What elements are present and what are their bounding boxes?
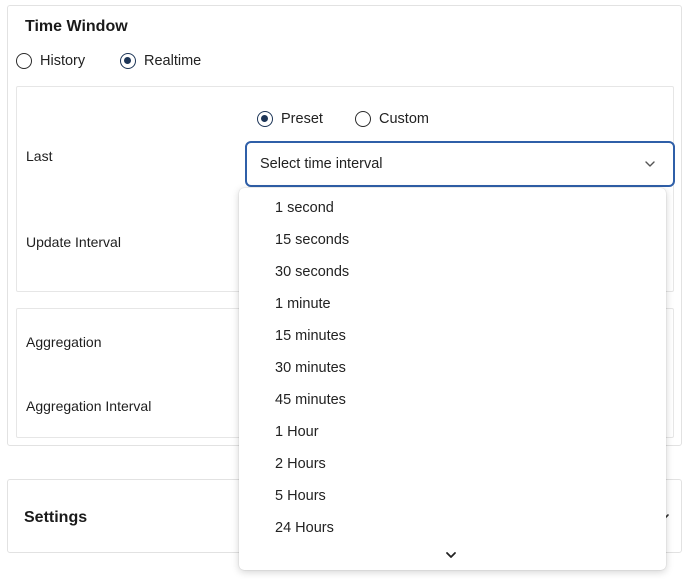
radio-circle[interactable] — [120, 53, 136, 69]
radio-custom[interactable]: Custom — [355, 111, 429, 127]
chevron-down-icon[interactable] — [444, 550, 458, 562]
radio-preset[interactable]: Preset — [257, 111, 323, 127]
time-window-title: Time Window — [25, 18, 128, 35]
radio-circle[interactable] — [16, 53, 32, 69]
dropdown-option[interactable]: 15 minutes — [275, 324, 655, 348]
dropdown-option[interactable]: 2 Hours — [275, 452, 655, 476]
dropdown-option[interactable]: 1 second — [275, 196, 655, 220]
aggregation-label: Aggregation — [26, 334, 102, 350]
last-label: Last — [26, 148, 53, 164]
dropdown-option[interactable]: 30 seconds — [275, 260, 655, 284]
radio-realtime-label: Realtime — [144, 53, 202, 69]
dropdown-option[interactable]: 45 minutes — [275, 388, 655, 412]
radio-circle[interactable] — [355, 111, 371, 127]
dropdown-option[interactable]: 24 Hours — [275, 516, 655, 540]
chevron-down-icon — [645, 161, 655, 167]
update-interval-label: Update Interval — [26, 234, 121, 250]
time-interval-select-value: Select time interval — [260, 156, 383, 172]
radio-custom-label: Custom — [379, 111, 429, 127]
radio-preset-label: Preset — [281, 111, 323, 127]
time-interval-dropdown: 1 second 15 seconds 30 seconds 1 minute … — [239, 188, 666, 570]
radio-history-label: History — [40, 53, 86, 69]
dropdown-option[interactable]: 1 Hour — [275, 420, 655, 444]
radio-realtime[interactable]: Realtime — [120, 53, 201, 69]
time-interval-select[interactable]: Select time interval — [245, 141, 675, 187]
dropdown-option[interactable]: 15 seconds — [275, 228, 655, 252]
aggregation-interval-label: Aggregation Interval — [26, 398, 152, 414]
radio-circle[interactable] — [257, 111, 273, 127]
dropdown-option[interactable]: 30 minutes — [275, 356, 655, 380]
dropdown-option[interactable]: 5 Hours — [275, 484, 655, 508]
settings-title: Settings — [24, 509, 88, 526]
radio-history[interactable]: History — [16, 53, 85, 69]
dropdown-option[interactable]: 1 minute — [275, 292, 655, 316]
